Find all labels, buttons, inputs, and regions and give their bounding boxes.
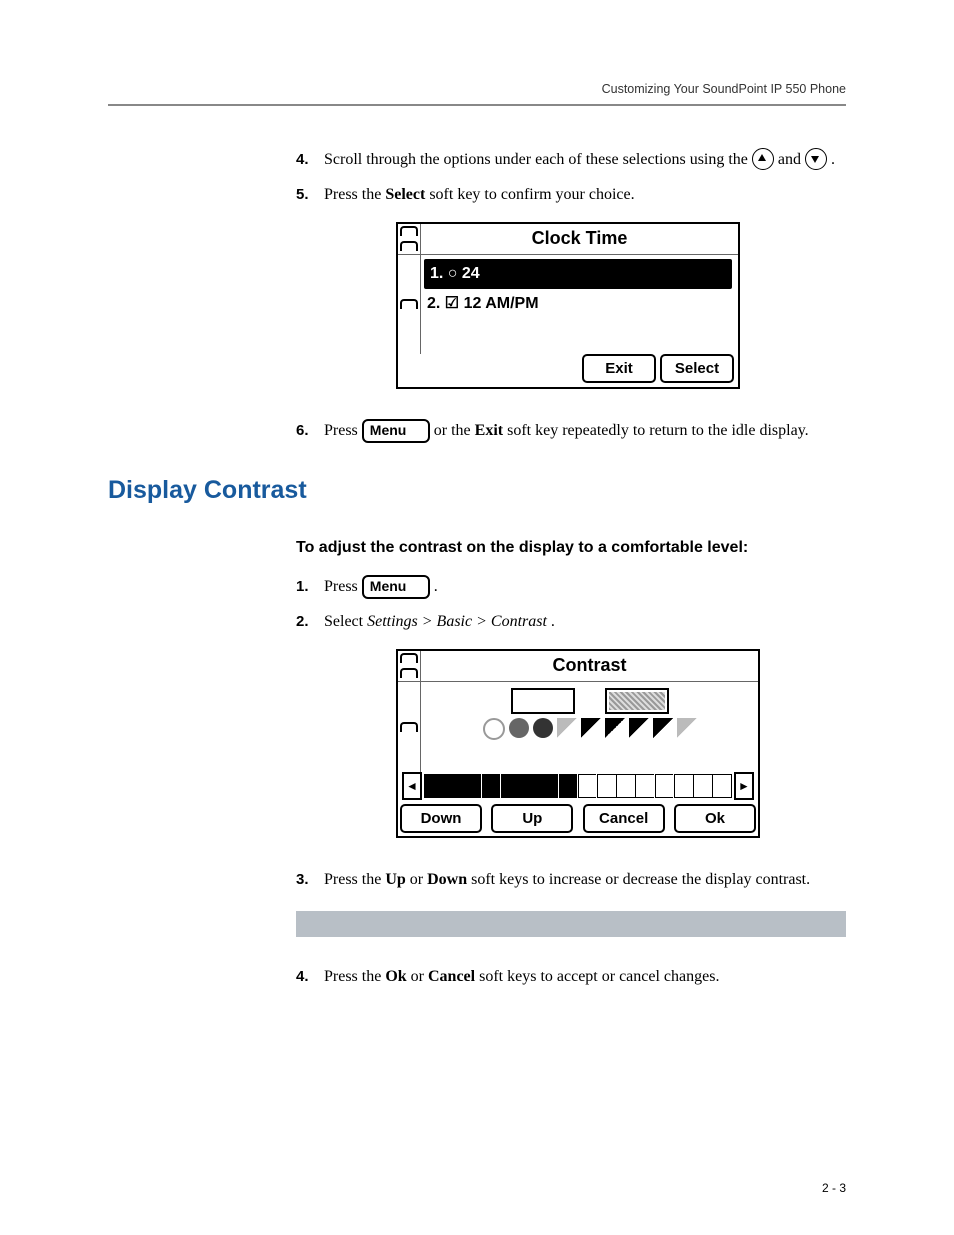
step-italic: Settings > Basic > Contrast bbox=[367, 613, 547, 630]
step-bold: Up bbox=[385, 871, 405, 888]
step-number: 2. bbox=[296, 610, 324, 858]
header-rule bbox=[108, 104, 846, 106]
phone-icon bbox=[400, 722, 418, 732]
step-number: 3. bbox=[296, 868, 324, 893]
step-text: . bbox=[831, 151, 835, 168]
step-number: 1. bbox=[296, 575, 324, 600]
step-text: Press bbox=[324, 422, 362, 439]
step-number: 5. bbox=[296, 183, 324, 410]
step-text: Press bbox=[324, 578, 362, 595]
lcd-side-icons bbox=[398, 224, 421, 254]
lcd-clock-figure: Clock Time 1. ○ 24 2. ☑ 12 AM/PM bbox=[396, 222, 740, 390]
procedure-heading: To adjust the contrast on the display to… bbox=[296, 539, 846, 557]
step-text: soft keys to accept or cancel changes. bbox=[479, 968, 719, 985]
note-placeholder-bar bbox=[296, 911, 846, 937]
step-text: Press the bbox=[324, 186, 385, 203]
step-text: soft key repeatedly to return to the idl… bbox=[507, 422, 809, 439]
running-header: Customizing Your SoundPoint IP 550 Phone bbox=[108, 82, 846, 96]
page-number: 2 - 3 bbox=[822, 1181, 846, 1195]
softkey-cancel: Cancel bbox=[583, 804, 665, 833]
lcd-title: Clock Time bbox=[421, 225, 738, 253]
step-bold: Ok bbox=[385, 968, 406, 985]
softkey-select: Select bbox=[660, 354, 734, 383]
menu-key-icon: Menu bbox=[362, 419, 430, 443]
contrast-swatches bbox=[429, 718, 750, 740]
step-bold: Exit bbox=[475, 422, 503, 439]
step-text: . bbox=[551, 613, 555, 630]
step-text: and bbox=[778, 151, 805, 168]
step-number: 6. bbox=[296, 419, 324, 444]
lcd-list-item-selected: 1. ○ 24 bbox=[424, 259, 732, 290]
contrast-preview-boxes bbox=[429, 688, 750, 714]
down-arrow-icon bbox=[805, 148, 827, 170]
phone-icon bbox=[400, 653, 418, 663]
step-text: or bbox=[410, 871, 427, 888]
step-text: Scroll through the options under each of… bbox=[324, 151, 752, 168]
steps-contrast: 1. Press Menu . 2. Select Settings > Bas… bbox=[296, 575, 846, 893]
lcd-side-icons bbox=[398, 651, 421, 681]
step-text: Press the bbox=[324, 871, 385, 888]
step-bold: Down bbox=[427, 871, 467, 888]
contrast-slider: ◄ ► bbox=[398, 772, 758, 804]
step-text: . bbox=[434, 578, 438, 595]
lcd-side-icons bbox=[398, 255, 421, 355]
lcd-list-item: 2. ☑ 12 AM/PM bbox=[421, 289, 738, 320]
step-text: Select bbox=[324, 613, 367, 630]
softkey-exit: Exit bbox=[582, 354, 656, 383]
steps-contrast-cont: 4. Press the Ok or Cancel soft keys to a… bbox=[296, 965, 846, 990]
step-text: soft keys to increase or decrease the di… bbox=[471, 871, 810, 888]
left-arrow-icon: ◄ bbox=[402, 772, 422, 800]
lcd-contrast-figure: Contrast bbox=[396, 649, 760, 838]
step-number: 4. bbox=[296, 965, 324, 990]
step-bold: Select bbox=[385, 186, 425, 203]
lcd-side-icons bbox=[398, 682, 421, 772]
softkey-ok: Ok bbox=[674, 804, 756, 833]
phone-icon bbox=[400, 226, 418, 236]
phone-icon bbox=[400, 668, 418, 678]
phone-icon bbox=[400, 241, 418, 251]
softkey-down: Down bbox=[400, 804, 482, 833]
step-text: soft key to confirm your choice. bbox=[429, 186, 634, 203]
step-bold: Cancel bbox=[428, 968, 475, 985]
step-text: Press the bbox=[324, 968, 385, 985]
step-number: 4. bbox=[296, 148, 324, 173]
up-arrow-icon bbox=[752, 148, 774, 170]
lcd-title: Contrast bbox=[421, 652, 758, 680]
right-arrow-icon: ► bbox=[734, 772, 754, 800]
menu-key-icon: Menu bbox=[362, 575, 430, 599]
step-text: or bbox=[411, 968, 428, 985]
section-heading: Display Contrast bbox=[108, 476, 846, 505]
softkey-up: Up bbox=[491, 804, 573, 833]
step-text: or the bbox=[434, 422, 475, 439]
steps-continued: 4. Scroll through the options under each… bbox=[296, 148, 846, 444]
phone-icon bbox=[400, 299, 418, 309]
